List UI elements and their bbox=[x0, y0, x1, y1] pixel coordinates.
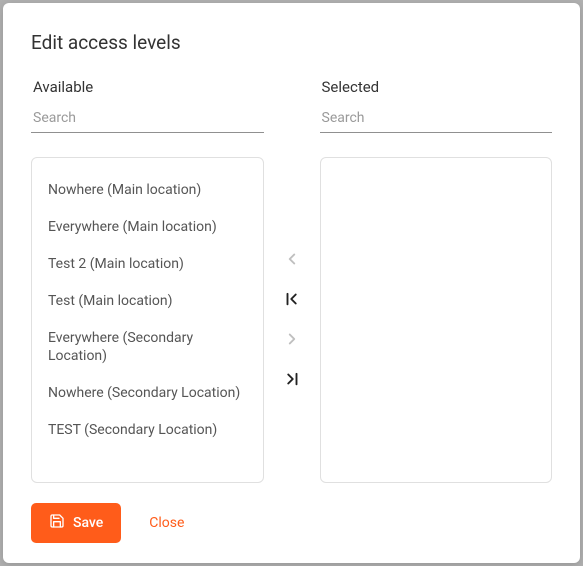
modal-title: Edit access levels bbox=[31, 31, 552, 54]
move-left-button[interactable] bbox=[280, 249, 304, 273]
dual-list-container: Available Nowhere (Main location) Everyw… bbox=[31, 78, 552, 483]
close-button[interactable]: Close bbox=[149, 515, 184, 531]
transfer-buttons bbox=[264, 78, 320, 483]
save-button[interactable]: Save bbox=[31, 503, 121, 543]
list-item[interactable]: Nowhere (Secondary Location) bbox=[46, 375, 249, 412]
available-label: Available bbox=[31, 78, 264, 96]
edit-access-levels-modal: Edit access levels Available Nowhere (Ma… bbox=[3, 3, 580, 563]
selected-search-input[interactable] bbox=[320, 106, 553, 133]
list-item[interactable]: Nowhere (Main location) bbox=[46, 172, 249, 209]
list-item[interactable]: Everywhere (Main location) bbox=[46, 209, 249, 246]
available-panel: Available Nowhere (Main location) Everyw… bbox=[31, 78, 264, 483]
selected-label: Selected bbox=[320, 78, 553, 96]
chevron-all-left-icon bbox=[283, 290, 301, 311]
list-item[interactable]: Test (Main location) bbox=[46, 283, 249, 320]
list-item[interactable]: TEST (Secondary Location) bbox=[46, 412, 249, 449]
move-right-button[interactable] bbox=[280, 329, 304, 353]
chevron-all-right-icon bbox=[283, 370, 301, 391]
available-search-input[interactable] bbox=[31, 106, 264, 133]
save-button-label: Save bbox=[73, 515, 103, 531]
modal-footer: Save Close bbox=[31, 503, 552, 543]
list-item[interactable]: Test 2 (Main location) bbox=[46, 246, 249, 283]
save-icon bbox=[49, 513, 65, 533]
selected-list bbox=[320, 157, 553, 483]
chevron-right-icon bbox=[283, 330, 301, 351]
move-all-right-button[interactable] bbox=[280, 369, 304, 393]
move-all-left-button[interactable] bbox=[280, 289, 304, 313]
list-item[interactable]: Everywhere (Secondary Location) bbox=[46, 320, 249, 376]
available-list: Nowhere (Main location) Everywhere (Main… bbox=[31, 157, 264, 483]
chevron-left-icon bbox=[283, 250, 301, 271]
selected-panel: Selected bbox=[320, 78, 553, 483]
